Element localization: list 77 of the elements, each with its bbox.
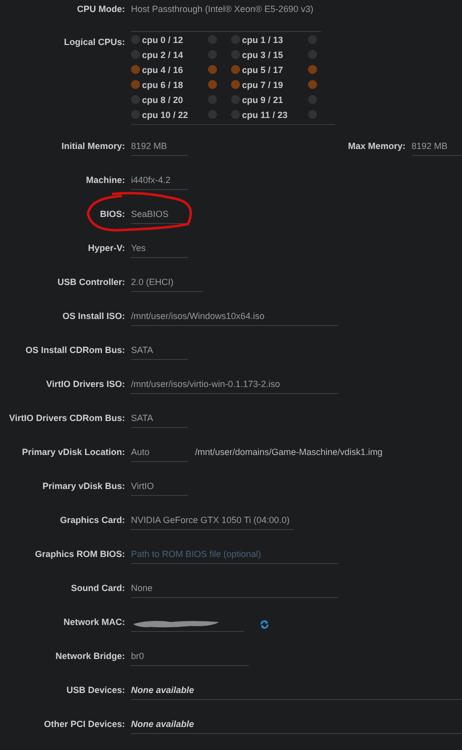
field-label: Graphics Card: (58, 514, 125, 527)
cpu-label: cpu 10 / 22 (142, 110, 190, 120)
field-select[interactable]: VirtIO (131, 480, 188, 496)
field-label: CPU Mode: (76, 3, 125, 16)
field-label: Network Bridge: (54, 650, 125, 663)
cpu-label: cpu 6 / 18 (142, 80, 184, 90)
field-select[interactable]: 8192 MB (131, 140, 188, 156)
cpu-checkbox[interactable] (231, 80, 240, 89)
cpu-checkbox[interactable] (208, 65, 217, 74)
field-select[interactable]: 8192 MB (412, 140, 462, 156)
field-select[interactable]: /mnt/user/isos/Windows10x64.iso (131, 310, 338, 326)
cpu-checkbox[interactable] (131, 110, 140, 119)
device-list: None available (131, 718, 462, 734)
cpu-label: cpu 7 / 19 (242, 80, 284, 90)
field-select[interactable]: SATA (131, 344, 188, 360)
field-label: Graphics ROM BIOS: (34, 548, 125, 561)
field-select[interactable]: /mnt/user/isos/virtio-win-0.1.173-2.iso (131, 378, 338, 394)
cpu-label: cpu 1 / 13 (242, 34, 284, 44)
device-list: None available (131, 684, 462, 700)
field-label: Other PCI Devices: (42, 718, 125, 731)
field-label: Primary vDisk Bus: (41, 480, 125, 493)
cpu-label: cpu 5 / 17 (242, 64, 284, 74)
refresh-icon[interactable] (260, 620, 269, 629)
cpu-label: cpu 3 / 15 (242, 50, 284, 60)
cpu-checkbox[interactable] (308, 95, 317, 104)
field-select[interactable]: br0 (131, 650, 249, 666)
cpu-label: cpu 9 / 21 (242, 94, 284, 104)
field-label: Network MAC: (62, 616, 125, 629)
cpu-label: cpu 8 / 20 (142, 94, 184, 104)
cpu-checkbox[interactable] (308, 110, 317, 119)
field-label: Hyper-V: (86, 242, 125, 255)
cpu-checkbox[interactable] (208, 35, 217, 44)
cpu-checkbox[interactable] (208, 95, 217, 104)
field-label: Primary vDisk Location: (20, 446, 125, 459)
cpu-checkbox[interactable] (308, 65, 317, 74)
field-label: BIOS: (98, 208, 125, 221)
cpu-label: cpu 11 / 23 (242, 110, 289, 120)
cpu-checkbox[interactable] (131, 35, 140, 44)
cpu-checkbox[interactable] (308, 80, 317, 89)
cpu-checkbox[interactable] (308, 35, 317, 44)
field-select[interactable]: SATA (131, 412, 188, 428)
cpu-mode-select[interactable]: Host Passthrough (Intel® Xeon® E5-2690 v3) (131, 3, 321, 32)
field-select[interactable]: SeaBIOS (131, 208, 188, 224)
cpu-checkbox[interactable] (308, 50, 317, 59)
cpu-checkbox[interactable] (208, 50, 217, 59)
cpu-label: cpu 0 / 12 (142, 34, 184, 44)
cpu-label: cpu 2 / 14 (142, 50, 184, 60)
field-label: USB Devices: (65, 684, 125, 697)
cpu-checkbox[interactable] (131, 80, 140, 89)
cpu-checkbox[interactable] (231, 65, 240, 74)
field-select[interactable]: 2.0 (EHCI) (131, 276, 203, 292)
field-select[interactable]: Auto (131, 446, 188, 462)
cpu-checkbox[interactable] (208, 110, 217, 119)
field-select[interactable]: i440fx-4.2 (131, 174, 188, 190)
cpu-label: cpu 4 / 16 (142, 64, 184, 74)
field-select[interactable]: None (131, 582, 338, 598)
cpu-checkbox[interactable] (231, 50, 240, 59)
field-label: OS Install ISO: (61, 310, 125, 323)
cpu-checkbox[interactable] (231, 35, 240, 44)
field-label: OS Install CDRom Bus: (24, 344, 125, 357)
field-label: Initial Memory: (60, 140, 125, 153)
field-label: Sound Card: (70, 582, 125, 595)
cpu-checkbox[interactable] (131, 65, 140, 74)
cpu-checkbox[interactable] (208, 80, 217, 89)
field-select[interactable]: Yes (131, 242, 188, 258)
field-label: VirtIO Drivers CDRom Bus: (8, 412, 125, 425)
field-select[interactable]: NVIDIA GeForce GTX 1050 Ti (04:00.0) (131, 514, 293, 530)
field-label: Machine: (84, 174, 125, 187)
field-label: Max Memory: (348, 140, 406, 153)
field-label: VirtIO Drivers ISO: (45, 378, 125, 391)
cpu-checkbox[interactable] (231, 95, 240, 104)
cpu-checkbox[interactable] (131, 50, 140, 59)
field-label: USB Controller: (56, 276, 125, 289)
field-label: Logical CPUs: (62, 36, 125, 49)
cpu-checkbox[interactable] (231, 110, 240, 119)
cpu-checkbox[interactable] (131, 95, 140, 104)
vdisk-path: /mnt/user/domains/Game-Maschine/vdisk1.img (195, 446, 383, 459)
